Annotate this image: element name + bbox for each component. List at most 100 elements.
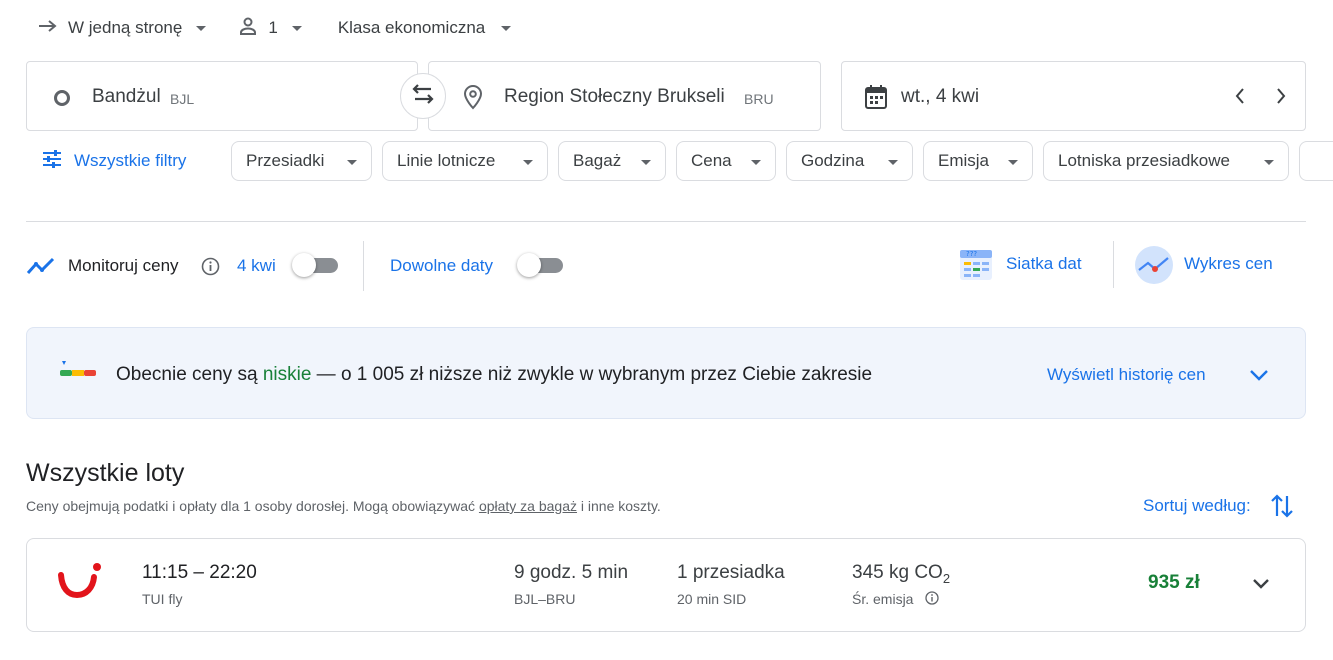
filter-chip-more[interactable]	[1299, 141, 1333, 181]
info-icon[interactable]	[925, 591, 939, 610]
flight-emissions: 345 kg CO2	[852, 562, 950, 586]
filters-bar: Wszystkie filtry Przesiadki Linie lotnic…	[0, 140, 1333, 182]
all-filters-button[interactable]: Wszystkie filtry	[42, 141, 186, 181]
cabin-class-label: Klasa ekonomiczna	[337, 18, 486, 37]
swap-icon	[410, 83, 436, 110]
toggle-knob	[517, 253, 541, 277]
chevron-down-icon	[641, 160, 651, 165]
search-options-row: W jedną stronę 1 Klasa ekonomiczna	[38, 14, 512, 42]
chevron-down-icon	[1008, 160, 1018, 165]
results-heading: Wszystkie loty	[26, 459, 185, 487]
flight-layover: 20 min SID	[677, 591, 747, 607]
location-pin-icon	[463, 84, 483, 115]
tune-icon	[42, 149, 62, 173]
sort-label[interactable]: Sortuj według:	[1143, 496, 1251, 516]
origin-code: BJL	[170, 91, 195, 107]
tools-divider	[363, 241, 364, 291]
airline-name: TUI fly	[142, 591, 183, 607]
chevron-down-icon	[1264, 160, 1274, 165]
price-graph-icon[interactable]	[1134, 245, 1174, 290]
flight-price: 935 zł	[1148, 572, 1200, 593]
flight-stops: 1 przesiadka	[677, 562, 785, 583]
any-dates-label[interactable]: Dowolne daty	[390, 256, 493, 276]
track-date-link[interactable]: 4 kwi	[237, 256, 276, 276]
filter-chip-stops[interactable]: Przesiadki	[231, 141, 372, 181]
destination-input[interactable]: Region Stołeczny Brukseli BRU	[428, 61, 821, 131]
departure-date-input[interactable]: wt., 4 kwi	[841, 61, 1306, 131]
price-graph-label[interactable]: Wykres cen	[1184, 254, 1273, 274]
trending-icon	[26, 256, 56, 281]
price-insight-banner: Obecnie ceny są niskie — o 1 005 zł niżs…	[26, 327, 1306, 419]
any-dates-toggle[interactable]	[517, 253, 563, 277]
passengers-select[interactable]: 1	[238, 16, 302, 41]
emissions-value: 345 kg CO	[852, 562, 943, 583]
track-prices-toggle[interactable]	[292, 253, 338, 277]
flight-times: 11:15 – 22:20	[142, 562, 257, 583]
tui-logo-icon	[57, 561, 103, 606]
divider	[26, 221, 1306, 222]
arrow-right-icon	[38, 18, 58, 38]
filter-chip-connecting-airports[interactable]: Lotniska przesiadkowe	[1043, 141, 1289, 181]
destination-code: BRU	[744, 91, 774, 107]
all-filters-label: Wszystkie filtry	[74, 151, 187, 170]
filter-chip-label: Linie lotnicze	[397, 151, 496, 170]
chevron-down-icon[interactable]	[1251, 577, 1271, 596]
chevron-left-icon[interactable]	[1234, 87, 1246, 110]
filter-chip-price[interactable]: Cena	[676, 141, 776, 181]
tools-divider	[1113, 241, 1114, 288]
price-insight-text: Obecnie ceny są niskie — o 1 005 zł niżs…	[116, 364, 872, 386]
chevron-down-icon	[501, 25, 512, 31]
filter-chip-label: Bagaż	[573, 151, 622, 170]
origin-name: Bandżul	[92, 86, 161, 107]
sort-icon[interactable]	[1270, 492, 1294, 525]
filter-chip-times[interactable]: Godzina	[786, 141, 913, 181]
results-note-suffix: i inne koszty.	[580, 498, 661, 514]
price-level-label: niskie	[262, 364, 312, 385]
info-icon[interactable]	[201, 257, 220, 281]
trip-type-select[interactable]: W jedną stronę	[38, 18, 207, 38]
calendar-icon	[864, 84, 888, 115]
date-grid-label[interactable]: Siatka dat	[1006, 254, 1082, 274]
emissions-subscript: 2	[942, 570, 951, 586]
destination-name: Region Stołeczny Brukseli	[504, 86, 725, 107]
passengers-count: 1	[268, 18, 278, 37]
chevron-down-icon	[888, 160, 898, 165]
results-note: Ceny obejmują podatki i opłaty dla 1 oso…	[26, 498, 661, 514]
filter-chip-airlines[interactable]: Linie lotnicze	[382, 141, 548, 181]
chevron-down-icon	[196, 25, 207, 31]
cabin-class-select[interactable]: Klasa ekonomiczna	[337, 18, 512, 38]
price-level-icon	[58, 360, 98, 385]
emissions-label: Śr. emisja	[852, 591, 914, 607]
trip-type-label: W jedną stronę	[68, 18, 183, 37]
filter-chip-label: Przesiadki	[246, 151, 325, 170]
svg-text:???: ???	[966, 250, 977, 258]
origin-circle-icon	[53, 89, 71, 112]
chevron-down-icon	[751, 160, 761, 165]
toggle-knob	[292, 253, 316, 277]
departure-date-value: wt., 4 kwi	[901, 86, 980, 107]
filter-chip-emissions[interactable]: Emisja	[923, 141, 1033, 181]
origin-input[interactable]: Bandżul BJL	[26, 61, 418, 131]
price-insight-prefix: Obecnie ceny są	[116, 364, 258, 385]
date-grid-icon[interactable]: ???	[958, 246, 994, 287]
track-prices-label: Monitoruj ceny	[68, 256, 179, 275]
filter-chip-label: Cena	[691, 151, 732, 170]
chevron-down-icon	[523, 160, 533, 165]
chevron-right-icon[interactable]	[1275, 87, 1287, 110]
filter-chip-label: Godzina	[801, 151, 865, 170]
baggage-fees-link[interactable]: opłaty za bagaż	[479, 498, 577, 514]
chevron-down-icon	[291, 25, 302, 31]
swap-button[interactable]	[400, 73, 446, 119]
filter-chip-label: Lotniska przesiadkowe	[1058, 151, 1230, 170]
flight-result-row[interactable]: 11:15 – 22:20 TUI fly 9 godz. 5 min BJL–…	[26, 538, 1306, 632]
filter-chip-bags[interactable]: Bagaż	[558, 141, 666, 181]
flight-duration: 9 godz. 5 min	[514, 562, 629, 583]
price-history-link[interactable]: Wyświetl historię cen	[1047, 365, 1206, 385]
results-note-prefix: Ceny obejmują podatki i opłaty dla 1 oso…	[26, 498, 476, 514]
chevron-down-icon[interactable]	[1249, 368, 1269, 387]
price-insight-suffix: — o 1 005 zł niższe niż zwykle w wybrany…	[316, 364, 873, 385]
filter-chip-label: Emisja	[938, 151, 990, 170]
person-icon	[238, 16, 258, 41]
flight-route: BJL–BRU	[514, 591, 576, 607]
chevron-down-icon	[347, 160, 357, 165]
